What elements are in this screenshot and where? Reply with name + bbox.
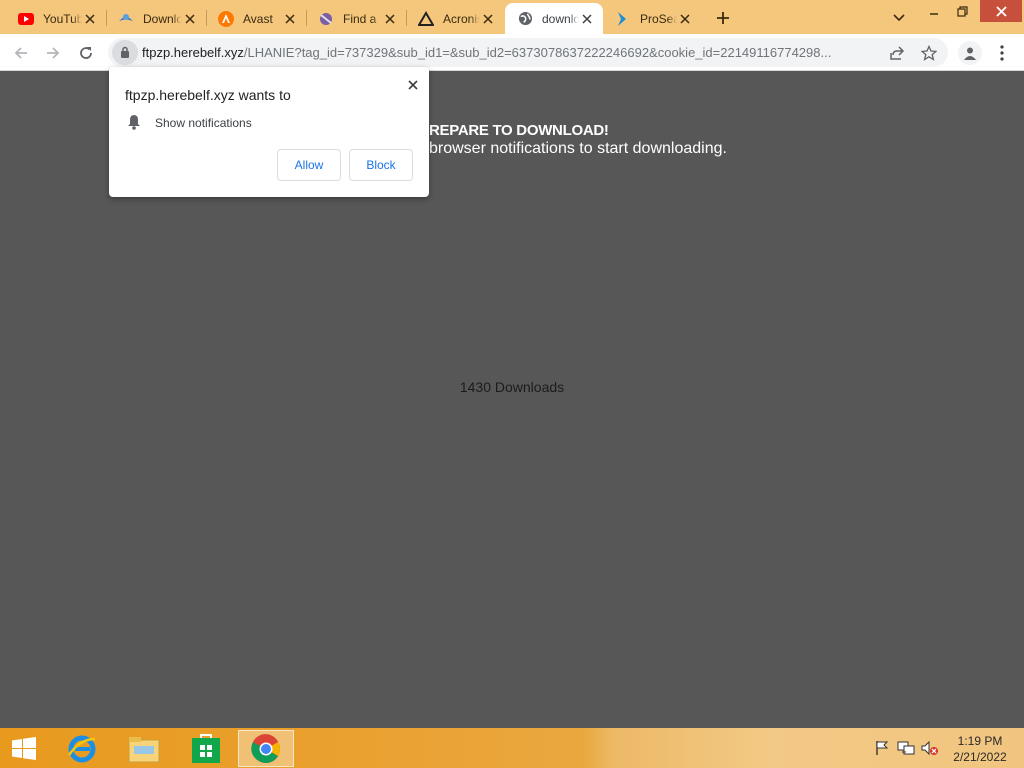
globe-icon [517,11,533,27]
reload-button[interactable] [74,41,98,65]
close-window-button[interactable] [980,0,1022,22]
bookmark-star-icon[interactable] [920,44,938,62]
new-tab-button[interactable] [712,7,734,29]
clock-date: 2/21/2022 [953,750,1007,764]
tab-title: YouTube [43,11,82,26]
permission-label: Show notifications [155,116,252,130]
close-tab-icon[interactable] [82,11,98,27]
start-button[interactable] [0,730,48,767]
tab-download-active[interactable]: download [505,3,603,34]
url-path: /LHANIE?tag_id=737329&sub_id1=&sub_id2=6… [243,45,832,60]
notification-permission-popup: ftpzp.herebelf.xyz wants to Show notific… [109,67,429,197]
download-counter: 1430 Downloads [459,379,565,395]
close-tab-icon[interactable] [182,11,198,27]
tab-avast[interactable]: Avast [206,3,306,34]
tab-download[interactable]: Download [106,3,206,34]
action-center-flag-icon[interactable] [873,739,891,757]
avast-icon [218,10,234,27]
allow-button[interactable]: Allow [277,149,341,181]
file-explorer-icon[interactable] [116,730,172,767]
popup-title: ftpzp.herebelf.xyz wants to [125,87,291,103]
system-clock[interactable]: 1:19 PM 2/21/2022 [948,733,1012,765]
acronis-icon [418,10,434,27]
tab-title: Find a [343,11,377,26]
find-site-icon [318,11,334,27]
page-subline: browser notifications to start downloadi… [429,140,727,157]
block-button[interactable]: Block [349,149,413,181]
browser-toolbar: ftpzp.herebelf.xyz/LHANIE?tag_id=737329&… [0,34,1024,71]
close-tab-icon[interactable] [579,11,595,27]
share-icon[interactable] [888,44,906,62]
chrome-icon[interactable] [238,730,294,767]
youtube-icon [18,11,34,27]
profile-avatar-icon[interactable] [958,41,982,65]
restore-button[interactable] [946,0,978,22]
forward-button[interactable] [41,41,65,65]
volume-muted-icon[interactable] [921,739,939,757]
bell-icon [127,114,141,130]
url-host: ftpzp.herebelf.xyz [142,45,244,60]
network-icon[interactable] [897,739,915,757]
lock-icon[interactable] [112,40,138,65]
page-headline: REPARE TO DOWNLOAD! [429,122,609,139]
address-bar[interactable]: ftpzp.herebelf.xyz/LHANIE?tag_id=737329&… [108,38,948,67]
close-tab-icon[interactable] [480,11,496,27]
url-text[interactable]: ftpzp.herebelf.xyz/LHANIE?tag_id=737329&… [142,45,882,60]
tab-strip: YouTube Download Avast Find a [0,0,1024,34]
windows-store-icon[interactable] [178,730,234,767]
close-tab-icon[interactable] [677,11,693,27]
back-button[interactable] [9,41,33,65]
tab-title: ProSearch [640,11,677,26]
popup-close-icon[interactable] [403,75,423,95]
download-site-icon [118,11,134,27]
tab-title: Avast [243,11,273,26]
kebab-menu-icon[interactable] [992,43,1012,63]
prosearch-icon [615,11,631,27]
tab-title: Download [143,11,182,26]
tab-title: download [542,11,579,26]
close-tab-icon[interactable] [382,11,398,27]
tab-prosearch[interactable]: ProSearch [603,3,701,34]
tab-find[interactable]: Find a [306,3,406,34]
tab-title: Acronis [443,11,480,26]
tab-acronis[interactable]: Acronis [406,3,504,34]
tab-search-chevron-icon[interactable] [889,8,909,28]
close-tab-icon[interactable] [282,11,298,27]
clock-time: 1:19 PM [957,734,1003,748]
tab-youtube[interactable]: YouTube [6,3,106,34]
internet-explorer-icon[interactable] [54,730,110,767]
